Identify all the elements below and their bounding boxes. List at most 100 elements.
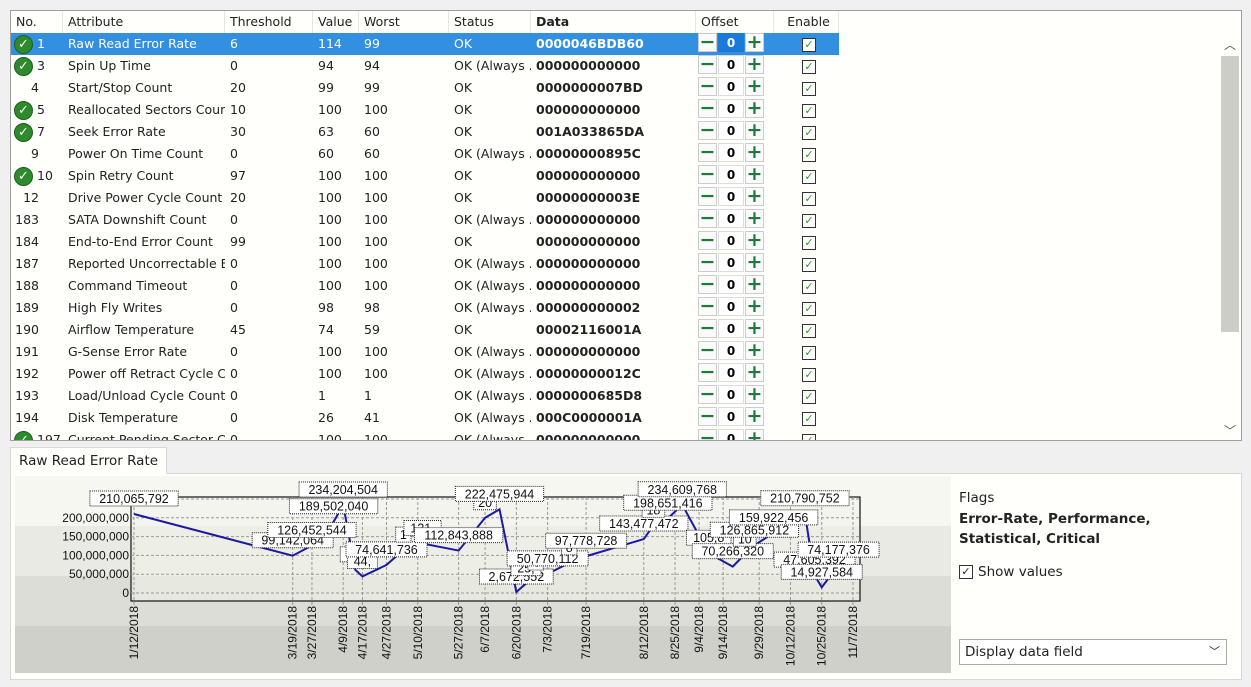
offset-input[interactable]: 0	[718, 385, 744, 404]
offset-input[interactable]: 0	[718, 297, 744, 316]
offset-input[interactable]: 0	[718, 429, 744, 440]
table-row[interactable]: ✓ 10 Spin Retry Count 97 100 100 OK 00000000000…	[11, 165, 839, 187]
offset-input[interactable]: 0	[718, 121, 744, 140]
scroll-down-icon[interactable]: ﹀	[1219, 421, 1241, 440]
vertical-scrollbar[interactable]: ︿ ﹀	[1219, 33, 1241, 440]
table-row[interactable]: 190 Airflow Temperature 45 74 59 OK 0000211600…	[11, 319, 839, 341]
enable-checkbox[interactable]: ✓	[802, 345, 816, 360]
enable-checkbox[interactable]: ✓	[802, 37, 816, 52]
enable-checkbox[interactable]: ✓	[802, 279, 816, 294]
column-header-status[interactable]: Status	[449, 11, 531, 33]
column-header-no[interactable]: No.	[11, 11, 63, 33]
column-header-value[interactable]: Value	[313, 11, 359, 33]
increment-button[interactable]: +	[745, 165, 764, 184]
table-row[interactable]: 187 Reported Uncorrectable E... 0 100 100 OK …	[11, 253, 839, 275]
offset-input[interactable]: 0	[718, 55, 744, 74]
enable-checkbox[interactable]: ✓	[802, 81, 816, 96]
increment-button[interactable]: +	[745, 275, 764, 294]
table-row[interactable]: ✓ 7 Seek Error Rate 30 63 60 OK 001A033865DA −0 +…	[11, 121, 839, 143]
increment-button[interactable]: +	[745, 209, 764, 228]
column-header-worst[interactable]: Worst	[359, 11, 449, 33]
increment-button[interactable]: +	[745, 187, 764, 206]
table-row[interactable]: 193 Load/Unload Cycle Count 0 1 1 OK (Always …	[11, 385, 839, 407]
column-header-threshold[interactable]: Threshold	[225, 11, 313, 33]
decrement-button[interactable]: −	[698, 297, 717, 316]
decrement-button[interactable]: −	[698, 231, 717, 250]
increment-button[interactable]: +	[745, 363, 764, 382]
enable-checkbox[interactable]: ✓	[802, 257, 816, 272]
increment-button[interactable]: +	[745, 121, 764, 140]
offset-input[interactable]: 0	[718, 165, 744, 184]
show-values-checkbox[interactable]: ✓ Show values	[959, 564, 1063, 580]
decrement-button[interactable]: −	[698, 209, 717, 228]
decrement-button[interactable]: −	[698, 253, 717, 272]
enable-checkbox[interactable]: ✓	[802, 235, 816, 250]
enable-checkbox[interactable]: ✓	[802, 125, 816, 140]
decrement-button[interactable]: −	[698, 407, 717, 426]
decrement-button[interactable]: −	[698, 121, 717, 140]
decrement-button[interactable]: −	[698, 363, 717, 382]
column-header-offset[interactable]: Offset	[696, 11, 774, 33]
table-row[interactable]: ✓ 5 Reallocated Sectors Count 10 100 100 OK 000…	[11, 99, 839, 121]
offset-input[interactable]: 0	[718, 407, 744, 426]
column-header-data[interactable]: Data	[531, 11, 696, 33]
increment-button[interactable]: +	[745, 253, 764, 272]
decrement-button[interactable]: −	[698, 385, 717, 404]
offset-input[interactable]: 0	[718, 99, 744, 118]
table-row[interactable]: 189High Fly Writes09898OK (Always ...000…	[11, 297, 839, 319]
enable-checkbox[interactable]: ✓	[802, 191, 816, 206]
increment-button[interactable]: +	[745, 55, 764, 74]
offset-input[interactable]: 0	[718, 77, 744, 96]
offset-input[interactable]: 0	[718, 319, 744, 338]
table-row[interactable]: ✓ 1 Raw Read Error Rate 6 114 99 OK 0000046BDB6…	[11, 33, 839, 55]
enable-checkbox[interactable]: ✓	[802, 147, 816, 162]
table-row[interactable]: 184 End-to-End Error Count 99 100 100 OK 00000…	[11, 231, 839, 253]
decrement-button[interactable]: −	[698, 275, 717, 294]
offset-input[interactable]: 0	[718, 275, 744, 294]
offset-input[interactable]: 0	[718, 143, 744, 162]
offset-input[interactable]: 0	[718, 231, 744, 250]
enable-checkbox[interactable]: ✓	[802, 213, 816, 228]
decrement-button[interactable]: −	[698, 99, 717, 118]
decrement-button[interactable]: −	[698, 77, 717, 96]
decrement-button[interactable]: −	[698, 319, 717, 338]
offset-input[interactable]: 0	[718, 363, 744, 382]
enable-checkbox[interactable]: ✓	[802, 323, 816, 338]
checkbox-icon[interactable]: ✓	[959, 565, 973, 579]
table-row[interactable]: 194Disk Temperature02641OK (Always ...00…	[11, 407, 839, 429]
increment-button[interactable]: +	[745, 385, 764, 404]
increment-button[interactable]: +	[745, 33, 764, 52]
column-header-attribute[interactable]: Attribute	[63, 11, 225, 33]
table-row[interactable]: ✓ 197 Current Pending Sector C... 0 100 100 OK…	[11, 429, 839, 440]
increment-button[interactable]: +	[745, 429, 764, 440]
decrement-button[interactable]: −	[698, 143, 717, 162]
increment-button[interactable]: +	[745, 407, 764, 426]
table-row[interactable]: 192 Power off Retract Cycle C... 0 100 100 OK…	[11, 363, 839, 385]
decrement-button[interactable]: −	[698, 33, 717, 52]
decrement-button[interactable]: −	[698, 187, 717, 206]
table-row[interactable]: 9 Power On Time Count 0 60 60 OK (Always ... 0…	[11, 143, 839, 165]
enable-checkbox[interactable]: ✓	[802, 367, 816, 382]
offset-input[interactable]: 0	[718, 187, 744, 206]
offset-input[interactable]: 0	[718, 341, 744, 360]
table-row[interactable]: 183 SATA Downshift Count 0 100 100 OK (Always…	[11, 209, 839, 231]
increment-button[interactable]: +	[745, 99, 764, 118]
offset-input[interactable]: 0	[718, 33, 744, 52]
increment-button[interactable]: +	[745, 143, 764, 162]
decrement-button[interactable]: −	[698, 341, 717, 360]
increment-button[interactable]: +	[745, 341, 764, 360]
offset-input[interactable]: 0	[718, 253, 744, 272]
column-header-enable[interactable]: Enable	[774, 11, 839, 33]
enable-checkbox[interactable]: ✓	[802, 59, 816, 74]
table-row[interactable]: 191 G-Sense Error Rate 0 100 100 OK (Always .…	[11, 341, 839, 363]
enable-checkbox[interactable]: ✓	[802, 411, 816, 426]
display-field-dropdown[interactable]: Display data field ﹀	[959, 639, 1227, 665]
increment-button[interactable]: +	[745, 231, 764, 250]
enable-checkbox[interactable]: ✓	[802, 301, 816, 316]
table-row[interactable]: ✓3Spin Up Time09494OK (Always ...0000000…	[11, 55, 839, 77]
scroll-up-icon[interactable]: ︿	[1219, 35, 1241, 55]
offset-input[interactable]: 0	[718, 209, 744, 228]
table-row[interactable]: 12 Drive Power Cycle Count 20 100 100 OK 00000…	[11, 187, 839, 209]
decrement-button[interactable]: −	[698, 55, 717, 74]
table-row[interactable]: 4 Start/Stop Count 20 99 99 OK 0000000007BD −0 +…	[11, 77, 839, 99]
